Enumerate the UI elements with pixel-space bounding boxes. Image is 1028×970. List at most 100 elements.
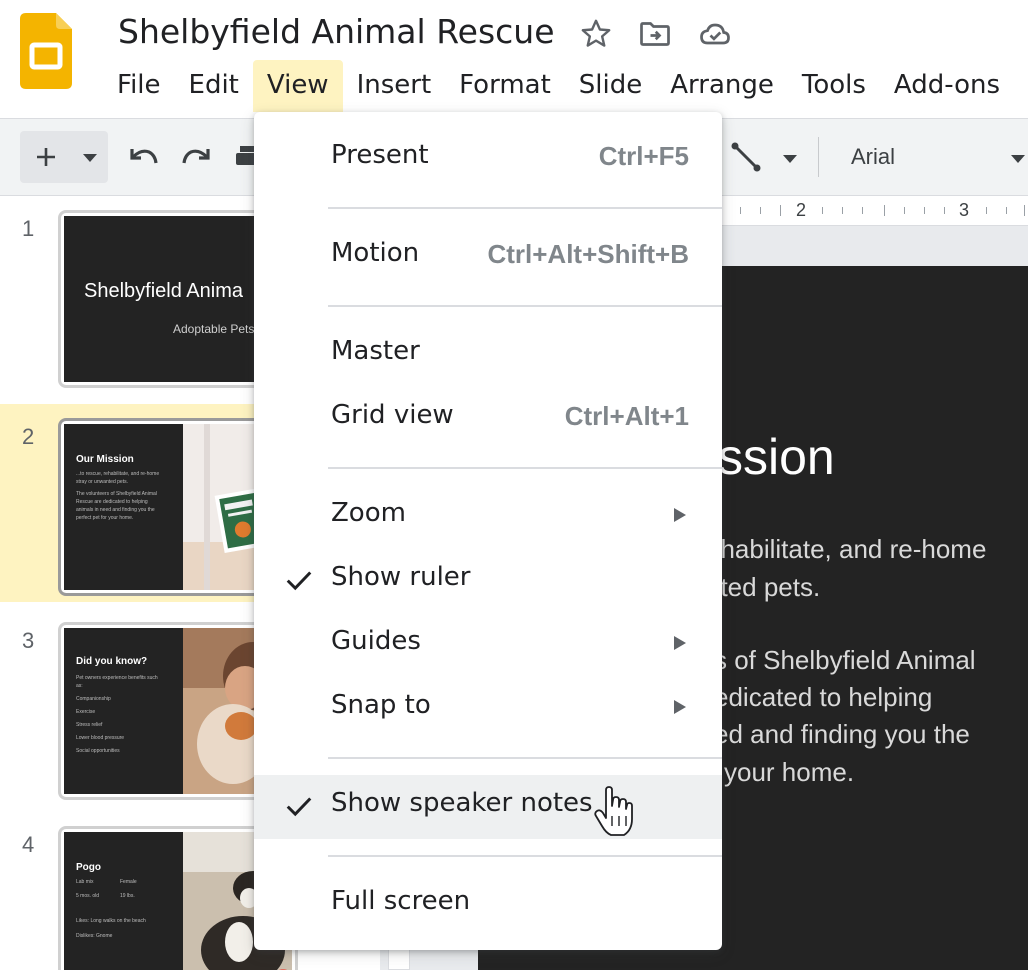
slide-number: 1 [22,216,35,241]
submenu-arrow-icon [674,636,686,650]
menu-item-present[interactable]: Present Ctrl+F5 [254,127,722,191]
menu-item-label: Present [331,140,429,170]
menu-format[interactable]: Format [445,60,565,112]
thumbnail-text: Likes: Long walks on the beach [76,918,146,924]
slide-title[interactable]: ssion [718,428,835,486]
menu-separator [328,467,722,469]
print-icon[interactable] [236,143,256,171]
ruler-tick [822,207,823,214]
menu-view[interactable]: View [252,60,343,112]
menu-item-grid-view[interactable]: Grid view Ctrl+Alt+1 [254,387,722,451]
menu-separator [328,855,722,857]
toolbar-divider [818,137,819,177]
menu-item-guides[interactable]: Guides [254,613,722,677]
slide-body-text[interactable]: ed and finding you the [714,719,970,750]
thumbnail-text: stray or unwanted pets. [76,479,128,485]
menu-add-ons[interactable]: Add-ons [880,60,1014,112]
thumbnail-text: perfect pet for your home. [76,515,134,521]
menu-item-show-speaker-notes[interactable]: Show speaker notes [254,775,722,839]
menu-item-label: Guides [331,626,421,656]
new-slide-button[interactable] [20,131,108,183]
thumbnail-subtitle: Adoptable Pets [173,322,255,336]
ruler-tick [760,207,761,214]
menu-file[interactable]: File [102,60,175,112]
thumbnail-text: 19 lbs. [120,893,135,899]
menu-item-master[interactable]: Master [254,323,722,387]
slide-body-text[interactable]: your home. [724,757,854,788]
thumbnail-title: Shelbyfield Anima [84,280,243,302]
menu-item-label: Zoom [331,498,406,528]
ruler-tick [986,207,987,214]
horizontal-ruler[interactable]: 2 3 [722,196,1028,226]
thumbnail-text: ...to rescue, rehabilitate, and re-home [76,471,160,477]
ruler-tick [904,207,905,214]
menu-item-shortcut: Ctrl+F5 [598,141,689,171]
document-title[interactable]: Shelbyfield Animal Rescue [118,12,555,51]
slide-body-text[interactable]: edicated to helping [714,682,932,713]
ruler-label: 3 [959,200,970,220]
submenu-arrow-icon [674,508,686,522]
slide-thumbnail-4[interactable]: 4 Pogo Lab mix Female 5 mos. old 19 lbs.… [0,812,298,970]
move-to-folder-icon[interactable] [637,16,673,52]
menu-item-show-ruler[interactable]: Show ruler [254,549,722,613]
thumbnail-text: Female [120,879,137,885]
slide-thumbnail-2[interactable]: 2 Our Mission ...to rescue, rehabilitate… [0,404,298,602]
font-select[interactable]: Arial [851,144,895,170]
checkmark-icon [286,571,312,591]
thumbnail-text: Stress relief [76,722,103,728]
ruler-tick [740,207,741,214]
view-menu-dropdown: Present Ctrl+F5 Motion Ctrl+Alt+Shift+B … [254,112,722,950]
menu-edit[interactable]: Edit [175,60,253,112]
redo-icon[interactable] [180,143,216,171]
menu-item-zoom[interactable]: Zoom [254,485,722,549]
thumbnail-text: animals in need and finding you the [76,507,155,513]
thumbnail-text: Exercise [76,709,96,715]
ruler-tick [884,205,885,216]
menu-tools[interactable]: Tools [788,60,880,112]
thumbnail-text: Lab mix [76,879,94,885]
ruler-tick [924,207,925,214]
thumbnail-text: as: [76,683,83,689]
thumbnail-title: Our Mission [76,454,134,465]
cloud-saved-icon[interactable] [697,16,733,52]
menu-item-label: Show ruler [331,562,471,592]
ruler-label: 2 [796,200,807,220]
menu-item-shortcut: Ctrl+Alt+1 [564,401,689,431]
ruler-tick [1024,205,1025,216]
menu-item-full-screen[interactable]: Full screen [254,873,722,937]
dropdown-arrow-icon[interactable] [782,154,798,164]
thumbnail-text: Dislikes: Gnome [76,933,113,939]
slide-body-text[interactable]: nted pets. [706,572,820,603]
menu-item-label: Show speaker notes [331,788,593,818]
menu-separator [328,207,722,209]
menu-item-label: Master [331,336,420,366]
menu-separator [328,757,722,759]
hand-pointer-cursor-icon [594,786,633,836]
slide-thumbnail-3[interactable]: 3 Did you know? Pet owners experience be… [0,608,298,806]
ruler-tick [944,207,945,214]
menu-bar: File Edit View Insert Format Slide Arran… [102,60,1014,112]
menu-slide[interactable]: Slide [565,60,656,112]
checkmark-icon [286,797,312,817]
undo-icon[interactable] [124,143,160,171]
slide-number: 2 [22,424,35,449]
dropdown-arrow-icon[interactable] [82,153,98,163]
slide-body-text[interactable]: ehabilitate, and re-home [706,534,986,565]
font-dropdown-arrow-icon[interactable] [1010,154,1026,164]
star-icon[interactable] [578,16,614,52]
menu-insert[interactable]: Insert [343,60,446,112]
slides-logo-icon[interactable] [20,13,72,89]
line-icon[interactable] [730,141,762,173]
menu-item-label: Snap to [331,690,431,720]
thumbnail-text: Social opportunities [76,748,120,754]
slide-body-text[interactable]: s of Shelbyfield Animal [714,645,976,676]
menu-item-snap-to[interactable]: Snap to [254,677,722,741]
slide-number: 3 [22,628,35,653]
add-icon[interactable] [34,145,58,169]
thumbnail-title: Did you know? [76,656,148,667]
slide-thumbnail-1[interactable]: 1 Shelbyfield Anima Adoptable Pets [0,196,298,394]
thumbnail-text: The volunteers of Shelbyfield Animal [76,491,157,497]
ruler-tick [1006,207,1007,214]
menu-item-motion[interactable]: Motion Ctrl+Alt+Shift+B [254,225,722,289]
menu-arrange[interactable]: Arrange [656,60,788,112]
